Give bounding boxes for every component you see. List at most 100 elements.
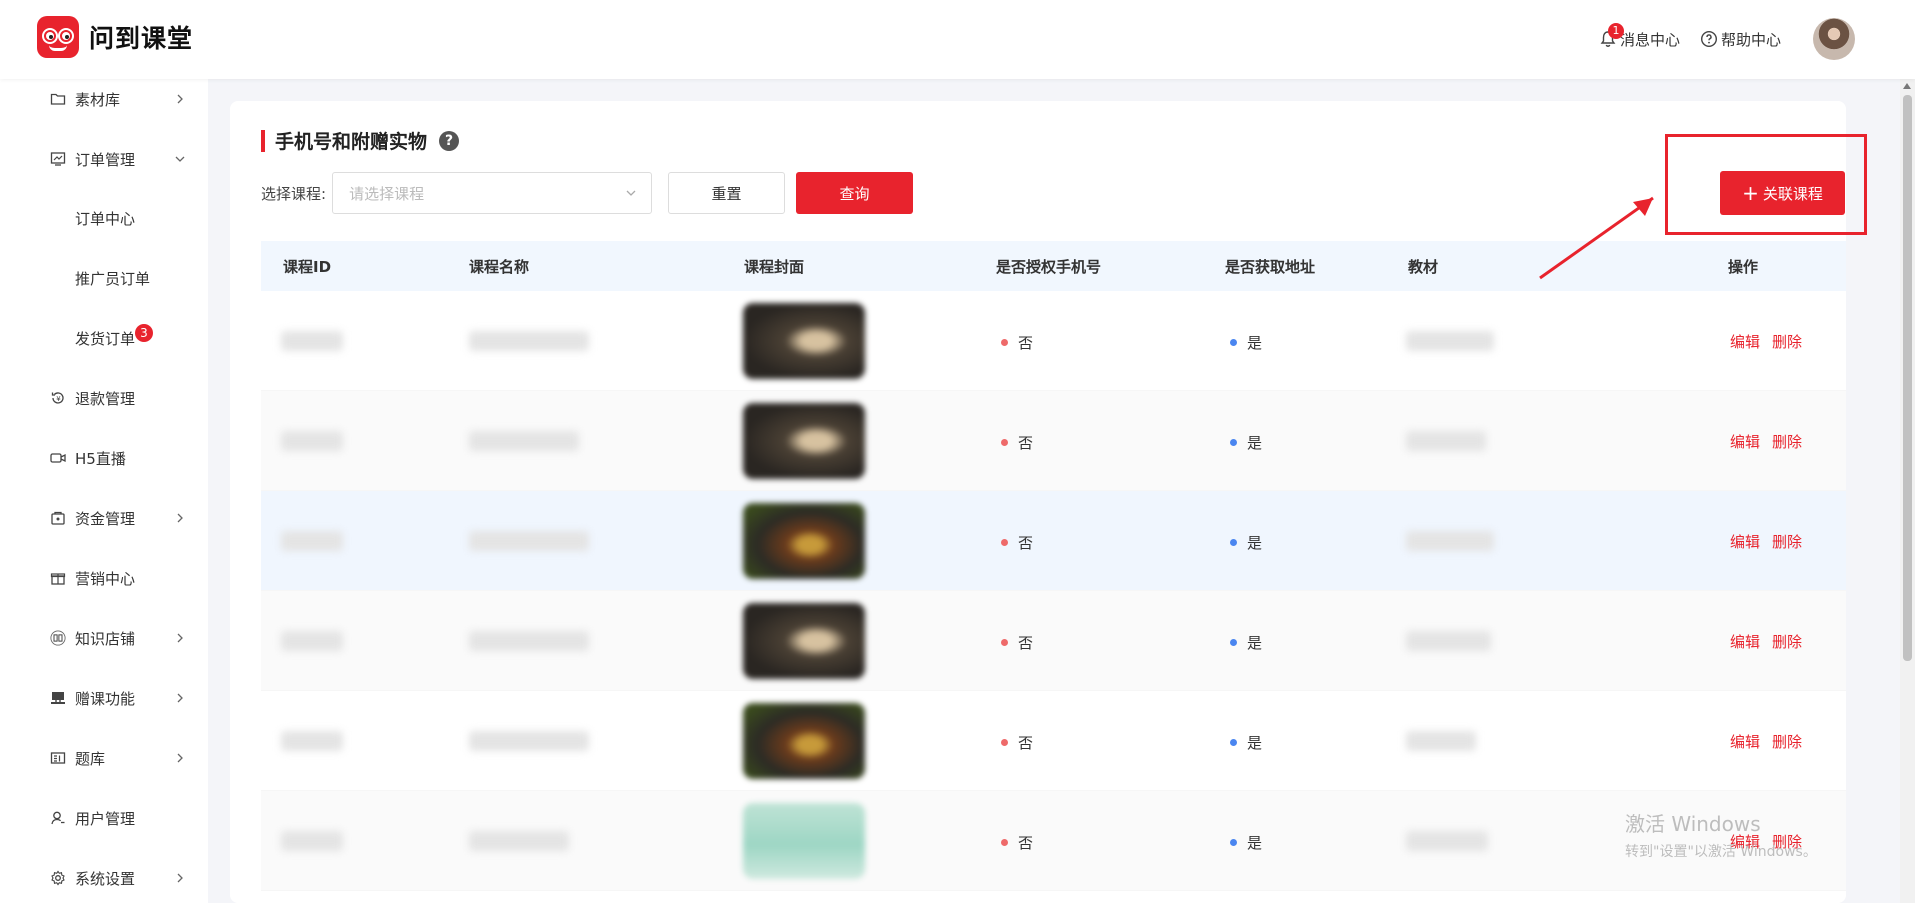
phone-auth-status: 否	[1001, 632, 1033, 653]
scroll-up-arrow-icon[interactable]	[1903, 83, 1911, 89]
folder-icon	[50, 91, 66, 107]
svg-text:¥: ¥	[56, 395, 61, 403]
title-accent-bar	[261, 129, 265, 152]
app-name: 问到课堂	[89, 24, 194, 53]
edit-link[interactable]: 编辑	[1730, 631, 1760, 652]
course-cover-image	[743, 503, 865, 579]
chevron-right-icon	[177, 693, 183, 703]
top-header: 问到课堂 1 消息中心 帮助中心	[0, 0, 1915, 79]
sidebar-item-label: 营销中心	[75, 569, 136, 588]
row-actions: 编辑 删除	[1730, 631, 1814, 652]
delete-link[interactable]: 删除	[1772, 631, 1802, 652]
delete-link[interactable]: 删除	[1772, 431, 1802, 452]
sidebar-item-knowledge-store[interactable]: 知识店铺	[0, 618, 208, 658]
delete-link[interactable]: 删除	[1772, 731, 1802, 752]
edit-link[interactable]: 编辑	[1730, 431, 1760, 452]
chevron-right-icon	[177, 873, 183, 883]
chevron-right-icon	[177, 513, 183, 523]
gift-course-icon	[50, 690, 66, 706]
page-scrollbar[interactable]	[1900, 79, 1915, 903]
table-row: 否 是 编辑 删除	[261, 591, 1846, 691]
sidebar-item-label: 用户管理	[75, 809, 136, 828]
sidebar-item-materials[interactable]: 素材库	[0, 79, 208, 119]
sidebar-item-funds[interactable]: 资金管理	[0, 498, 208, 538]
address-status: 是	[1230, 832, 1262, 853]
sidebar-item-label: 发货订单	[75, 329, 136, 348]
sidebar-item-label: 资金管理	[75, 509, 136, 528]
message-count-badge: 1	[1607, 22, 1624, 39]
edit-link[interactable]: 编辑	[1730, 731, 1760, 752]
video-icon	[50, 450, 66, 466]
course-name-blurred	[469, 731, 589, 751]
help-center-label: 帮助中心	[1720, 30, 1781, 49]
app-logo[interactable]: 问到课堂	[37, 16, 193, 58]
help-icon[interactable]: ?	[439, 130, 460, 151]
row-actions: 编辑 删除	[1730, 531, 1814, 552]
address-status: 是	[1230, 532, 1262, 553]
sidebar-item-marketing[interactable]: 营销中心	[0, 558, 208, 598]
chevron-down-icon	[175, 156, 185, 162]
edit-link[interactable]: 编辑	[1730, 531, 1760, 552]
reset-button[interactable]: 重置	[668, 172, 786, 214]
page-title-text: 手机号和附赠实物	[275, 131, 428, 153]
course-select[interactable]: 请选择课程	[332, 172, 653, 214]
textbook-blurred	[1406, 431, 1486, 451]
course-name-blurred	[469, 331, 589, 351]
sidebar-item-label: 知识店铺	[75, 629, 136, 648]
help-center-link[interactable]: 帮助中心	[1700, 29, 1781, 50]
sidebar-item-label: 推广员订单	[75, 269, 151, 288]
delete-link[interactable]: 删除	[1772, 331, 1802, 352]
chevron-right-icon	[177, 753, 183, 763]
sidebar-item-settings[interactable]: 系统设置	[0, 858, 208, 898]
sidebar-item-shipping-orders[interactable]: 发货订单 3	[0, 318, 208, 358]
course-select-placeholder: 请选择课程	[349, 184, 425, 203]
sidebar-item-promoter-orders[interactable]: 推广员订单	[0, 258, 208, 298]
sidebar-item-order-management[interactable]: 订单管理	[0, 139, 208, 179]
message-center-link[interactable]: 1 消息中心	[1599, 22, 1680, 50]
address-status: 是	[1230, 332, 1262, 353]
query-button[interactable]: 查询	[796, 172, 914, 214]
sidebar-item-h5-live[interactable]: H5直播	[0, 438, 208, 478]
phone-auth-status: 否	[1001, 732, 1033, 753]
column-header-course-name: 课程名称	[469, 257, 530, 276]
textbook-blurred	[1406, 631, 1491, 651]
sidebar-item-users[interactable]: 用户管理	[0, 798, 208, 838]
table-row: 否 是 编辑 删除	[261, 491, 1846, 591]
address-status: 是	[1230, 432, 1262, 453]
textbook-blurred	[1406, 731, 1476, 751]
column-header-textbook: 教材	[1408, 257, 1439, 276]
gift-icon	[50, 570, 66, 586]
table-row: 否 是 编辑 删除	[261, 391, 1846, 491]
delete-link[interactable]: 删除	[1772, 531, 1802, 552]
phone-auth-status: 否	[1001, 432, 1033, 453]
settings-icon	[50, 870, 66, 886]
course-filter-label: 选择课程:	[261, 184, 327, 203]
annotation-highlight-box	[1665, 134, 1867, 235]
edit-link[interactable]: 编辑	[1730, 331, 1760, 352]
column-header-course-cover: 课程封面	[744, 257, 805, 276]
logo-mascot-icon	[37, 16, 79, 58]
sidebar-item-label: 订单管理	[75, 150, 136, 169]
column-header-phone-auth: 是否授权手机号	[996, 257, 1102, 276]
sidebar-item-label: 赠课功能	[75, 689, 136, 708]
watermark-subtitle: 转到"设置"以激活 Windows。	[1625, 844, 1817, 860]
message-center-label: 消息中心	[1619, 30, 1680, 49]
shipping-orders-badge: 3	[135, 324, 153, 342]
sidebar-item-label: 系统设置	[75, 869, 136, 888]
course-id-blurred	[281, 431, 343, 451]
sidebar-item-gift-courses[interactable]: 赠课功能	[0, 678, 208, 718]
textbook-blurred	[1406, 531, 1494, 551]
row-actions: 编辑 删除	[1730, 731, 1814, 752]
sidebar-item-order-center[interactable]: 订单中心	[0, 198, 208, 238]
sidebar-item-question-bank[interactable]: 题库	[0, 738, 208, 778]
phone-auth-status: 否	[1001, 832, 1033, 853]
column-header-get-address: 是否获取地址	[1225, 257, 1316, 276]
order-icon	[50, 151, 66, 167]
textbook-blurred	[1406, 831, 1488, 851]
scrollbar-thumb[interactable]	[1903, 95, 1912, 661]
address-status: 是	[1230, 632, 1262, 653]
user-avatar[interactable]	[1813, 18, 1855, 60]
course-name-blurred	[469, 631, 589, 651]
header-actions: 1 消息中心 帮助中心	[1599, 18, 1855, 60]
sidebar-item-refunds[interactable]: ¥ 退款管理	[0, 378, 208, 418]
